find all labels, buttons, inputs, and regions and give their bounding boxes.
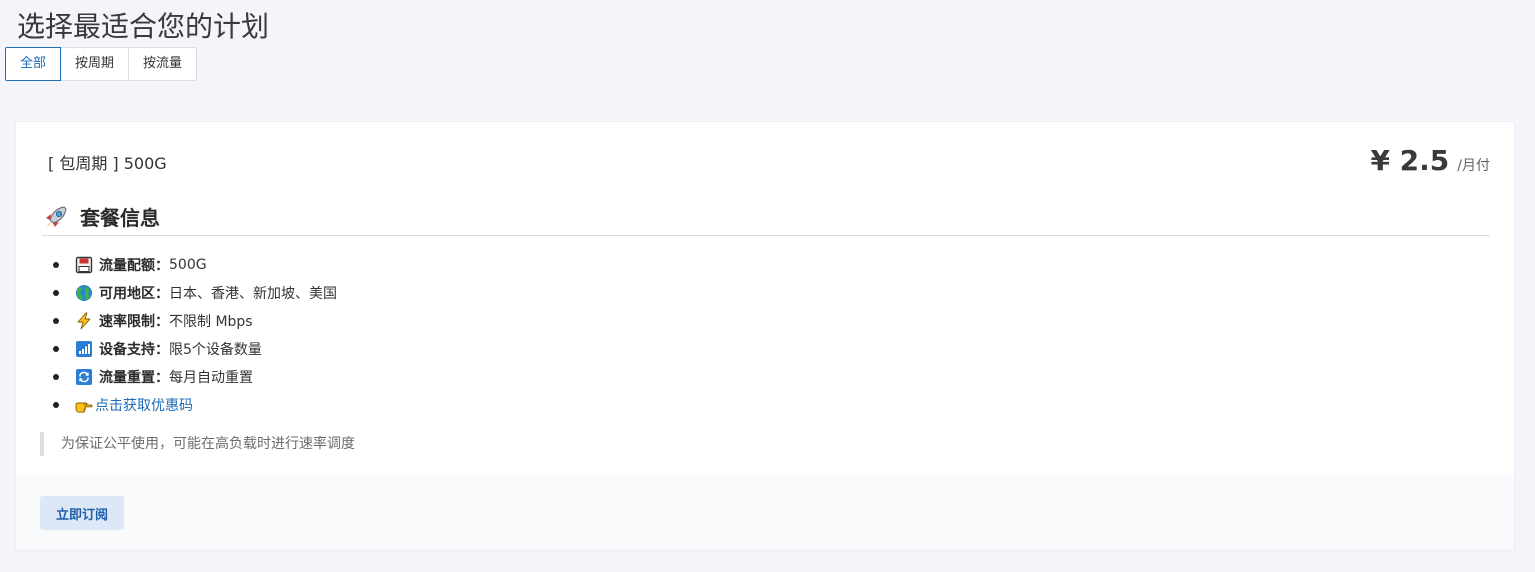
floppy-disk-icon: [75, 256, 93, 274]
plan-filter-tabs: 全部 按周期 按流量: [5, 47, 198, 81]
coupon-link[interactable]: 点击获取优惠码: [95, 395, 193, 415]
tab-all[interactable]: 全部: [5, 47, 62, 81]
feature-device-support: 设备支持 ： 限5个设备数量: [53, 335, 337, 363]
feature-regions: 可用地区 ： 日本、香港、新加坡、美国: [53, 279, 337, 307]
lightning-icon: [77, 312, 91, 330]
subscribe-button[interactable]: 立即订阅: [40, 496, 124, 530]
signal-bars-icon: [76, 341, 92, 357]
rocket-icon: [46, 205, 67, 228]
tab-by-traffic[interactable]: 按流量: [128, 47, 198, 81]
pointing-hand-icon: [75, 402, 93, 413]
section-title: 套餐信息: [80, 206, 160, 230]
feature-speed-limit: 速率限制 ： 不限制 Mbps: [53, 307, 337, 335]
page-title: 选择最适合您的计划: [17, 10, 270, 43]
feature-list: 流量配额 ： 500G 可用地区 ： 日本、香港、新加坡、美国 速率限制 ： 不…: [53, 251, 337, 419]
bullet: [53, 262, 59, 268]
plan-card: [ 包周期 ] 500G ¥ 2.5 /月付 套餐信息 流量配额 ： 500G …: [15, 121, 1515, 551]
feature-coupon: 点击获取优惠码: [53, 391, 337, 419]
bullet: [53, 374, 59, 380]
price-unit: /月付: [1457, 158, 1490, 174]
bullet: [53, 402, 59, 408]
section-header: 套餐信息: [42, 198, 1490, 236]
repeat-icon: [76, 369, 92, 385]
bullet: [53, 346, 59, 352]
bullet: [53, 290, 59, 296]
bullet: [53, 318, 59, 324]
feature-traffic-quota: 流量配额 ： 500G: [53, 251, 337, 279]
tab-by-period[interactable]: 按周期: [60, 47, 130, 81]
price-amount: ¥ 2.5: [1370, 144, 1450, 177]
plan-price: ¥ 2.5 /月付: [1370, 144, 1490, 177]
plan-name: [ 包周期 ] 500G: [48, 154, 167, 173]
globe-icon: [76, 285, 92, 301]
fair-use-notice: 为保证公平使用，可能在高负载时进行速率调度: [40, 432, 355, 456]
plan-card-body: [ 包周期 ] 500G ¥ 2.5 /月付 套餐信息 流量配额 ： 500G …: [16, 122, 1514, 476]
feature-traffic-reset: 流量重置 ： 每月自动重置: [53, 363, 337, 391]
plan-card-footer: 立即订阅: [16, 476, 1514, 550]
